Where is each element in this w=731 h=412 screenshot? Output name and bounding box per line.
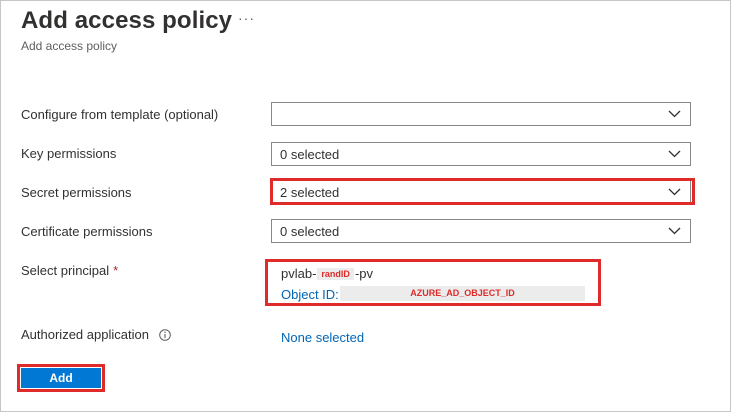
certificate-permissions-value: 0 selected [280, 224, 340, 239]
page-title: Add access policy [21, 7, 233, 34]
template-label: Configure from template (optional) [21, 107, 219, 122]
required-mark: * [113, 263, 119, 278]
panel [0, 0, 731, 412]
chevron-down-icon [668, 110, 681, 118]
secret-permissions-highlight [270, 178, 695, 205]
secret-permissions-label: Secret permissions [21, 185, 132, 200]
template-dropdown[interactable] [271, 102, 691, 126]
select-principal-label-text: Select principal [21, 263, 110, 278]
info-icon[interactable] [159, 329, 171, 341]
add-button-highlight [17, 364, 105, 392]
principal-highlight [265, 259, 601, 306]
key-permissions-label: Key permissions [21, 146, 117, 161]
certificate-permissions-dropdown[interactable]: 0 selected [271, 219, 691, 243]
page-subtitle: Add access policy [21, 39, 118, 53]
key-permissions-dropdown[interactable]: 0 selected [271, 142, 691, 166]
certificate-permissions-label: Certificate permissions [21, 224, 153, 239]
chevron-down-icon [668, 227, 681, 235]
authorized-application-label: Authorized application [21, 327, 149, 342]
chevron-down-icon [668, 150, 681, 158]
authorized-application-link[interactable]: None selected [281, 330, 364, 345]
key-permissions-value: 0 selected [280, 147, 340, 162]
select-principal-label: Select principal * [21, 263, 118, 278]
more-icon[interactable]: ··· [238, 10, 255, 26]
